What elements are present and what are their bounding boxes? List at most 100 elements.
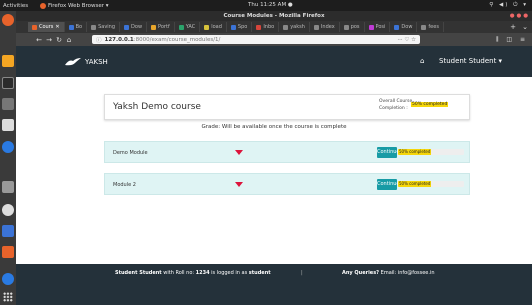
module-progress-fill: 50% completed — [398, 149, 431, 155]
tab-favicon-icon — [283, 24, 289, 30]
tab-favicon-icon — [394, 24, 400, 30]
url-bar[interactable]: ⓘ 127.0.0.1:8000/exam/course_modules/1/ … — [92, 35, 420, 44]
browser-tab[interactable]: Dow — [390, 22, 418, 32]
page-content: YAKSH ⌂ Student Student ▾ Yaksh Demo cou… — [16, 46, 532, 305]
disk-launcher-icon[interactable] — [2, 204, 14, 216]
window-controls-icon[interactable]: ● ● ● — [510, 11, 528, 21]
browser-tab[interactable]: Inbo — [252, 22, 280, 32]
firefox-launcher-icon[interactable] — [2, 14, 14, 26]
video-launcher-icon[interactable] — [2, 98, 14, 110]
browser-tab[interactable]: Saving — [87, 22, 121, 32]
writer-launcher-icon[interactable] — [2, 225, 14, 237]
continue-button[interactable]: Continue — [377, 179, 399, 190]
expand-caret-icon[interactable] — [235, 182, 243, 187]
tab-label: Dow — [401, 24, 413, 30]
tab-favicon-icon — [204, 24, 210, 30]
system-top-bar: Activities Firefox Web Browser ▾ Thu 11:… — [0, 0, 532, 11]
tab-favicon-icon — [368, 24, 374, 30]
browser-tab[interactable]: Portf — [147, 22, 175, 32]
browser-tab[interactable]: yaksh — [279, 22, 310, 32]
course-header-card: Yaksh Demo course Overall Course Completi… — [104, 94, 470, 120]
browser-tab[interactable]: Index — [310, 22, 340, 32]
new-tab-button[interactable]: + — [510, 23, 516, 31]
tab-favicon-icon — [178, 24, 184, 30]
navigation-bar: ← → ↻ ⌂ ⓘ 127.0.0.1:8000/exam/course_mod… — [16, 33, 532, 46]
info-icon[interactable]: ⓘ — [96, 36, 102, 44]
reload-icon[interactable]: ↻ — [54, 36, 64, 44]
tab-favicon-icon — [313, 24, 319, 30]
tab-favicon-icon — [343, 24, 349, 30]
expand-caret-icon[interactable] — [235, 150, 243, 155]
module-name: Module 2 — [113, 182, 136, 188]
browser-tab[interactable]: Cours ✕ — [28, 22, 65, 32]
browser-tab[interactable]: fees — [417, 22, 444, 32]
text-editor-launcher-icon[interactable] — [2, 119, 14, 131]
close-tab-icon[interactable]: ✕ — [55, 24, 59, 30]
firefox-icon — [40, 2, 46, 9]
tab-favicon-icon — [91, 24, 97, 30]
footer-separator: | — [301, 270, 303, 276]
browser-tab[interactable]: Dow — [120, 22, 148, 32]
terminal-launcher-icon[interactable] — [2, 77, 14, 89]
activities-button[interactable]: Activities — [0, 3, 40, 9]
window-title: Course Modules - Mozilla Firefox — [223, 13, 325, 19]
tab-label: Portf — [158, 24, 170, 30]
app-menu-label: Firefox Web Browser ▾ — [48, 2, 109, 9]
brand-name: YAKSH — [85, 58, 108, 66]
tab-list-button[interactable]: ⌄ — [522, 23, 528, 31]
forward-icon[interactable]: → — [44, 36, 54, 44]
app-menu[interactable]: Firefox Web Browser ▾ — [40, 2, 109, 9]
tab-label: Spo — [237, 24, 248, 30]
tab-strip: + ⌄ Cours ✕ Bo Saving Dow Portf YAC load Spo Inbo… — [16, 21, 532, 33]
sublime-launcher-icon[interactable] — [2, 55, 14, 67]
browser-tab[interactable]: Bo — [65, 22, 88, 32]
browser-tab[interactable]: Spo — [227, 22, 253, 32]
url-host: 127.0.0.1 — [104, 36, 134, 43]
tab-favicon-icon — [421, 24, 427, 30]
help-launcher-icon[interactable] — [2, 273, 14, 285]
home-nav-icon[interactable]: ⌂ — [420, 57, 424, 65]
tab-label: Index — [320, 24, 335, 30]
grade-status: Grade: Will be available once the course… — [201, 124, 347, 130]
tab-favicon-icon — [230, 24, 236, 30]
files-launcher-icon[interactable] — [2, 181, 14, 193]
brand-logo[interactable]: YAKSH — [64, 57, 108, 67]
tab-label: Bo — [75, 24, 83, 30]
yaksh-logo-icon — [65, 58, 81, 66]
page-actions-icon[interactable]: ··· ♡ ☆ — [397, 37, 416, 43]
tab-favicon-icon — [32, 24, 37, 30]
tab-favicon-icon — [151, 24, 157, 30]
browser-tab[interactable]: YAC — [175, 22, 201, 32]
module-name: Demo Module — [113, 150, 148, 156]
footer-login-info: Student Student with Roll no: 1234 is lo… — [115, 270, 271, 276]
continue-button[interactable]: Continue — [377, 147, 399, 158]
tab-label: yaksh — [290, 24, 305, 30]
software-center-launcher-icon[interactable] — [2, 246, 14, 258]
toolbar-menu-icon[interactable]: ⫼ ◫ ≡ — [496, 36, 528, 44]
site-navbar: YAKSH ⌂ Student Student ▾ — [16, 46, 532, 77]
module-row: Module 2 Continue 50% completed — [104, 173, 470, 195]
tab-favicon-icon — [68, 24, 74, 30]
clock[interactable]: Thu 11:25 AM ● — [248, 2, 293, 8]
tab-label: Posi — [375, 24, 386, 30]
tab-label: Inbo — [263, 24, 275, 30]
chromium-launcher-icon[interactable] — [2, 141, 14, 153]
overall-completion-badge: 50% completed — [411, 102, 449, 107]
module-progress-fill: 50% completed — [398, 181, 431, 187]
browser-tab[interactable]: pos — [340, 22, 365, 32]
tab-label: load — [211, 24, 222, 30]
overall-completion-label: Overall Course Completion : — [379, 99, 413, 111]
user-menu[interactable]: Student Student ▾ — [439, 57, 502, 65]
tab-label: YAC — [185, 24, 196, 30]
tab-favicon-icon — [124, 24, 130, 30]
tab-label: fees — [428, 24, 439, 30]
footer-contact: Any Queries? Email: info@fossee.in — [342, 270, 435, 276]
course-title: Yaksh Demo course — [113, 102, 201, 112]
browser-tab[interactable]: Posi — [365, 22, 391, 32]
browser-tab[interactable]: load — [200, 22, 227, 32]
system-tray[interactable]: ⚲ ◀) ⏻ ▾ — [489, 2, 528, 9]
back-icon[interactable]: ← — [34, 36, 44, 44]
home-icon[interactable]: ⌂ — [64, 36, 74, 44]
tab-label: Dow — [131, 24, 143, 30]
show-apps-icon[interactable] — [3, 292, 13, 302]
